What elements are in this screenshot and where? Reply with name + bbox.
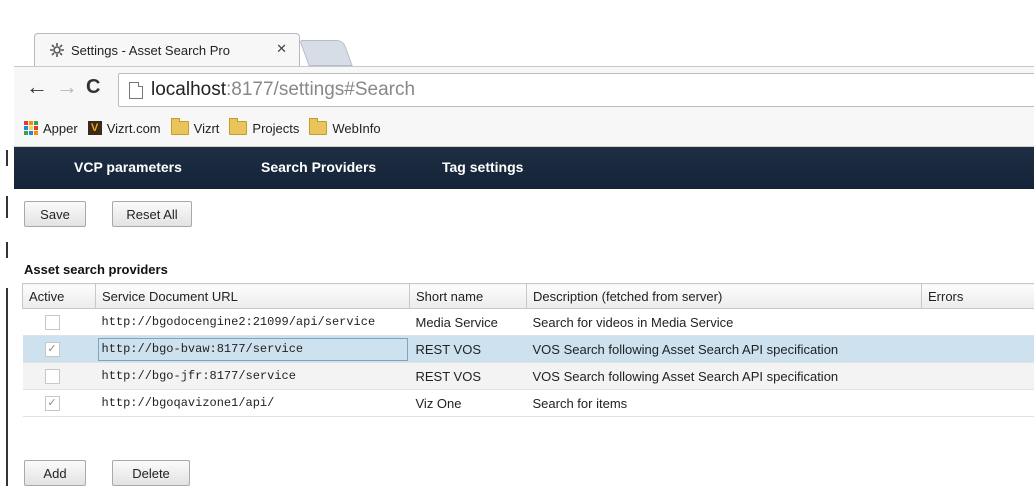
- bookmark-folder-vizrt[interactable]: Vizrt: [170, 118, 220, 136]
- row-short-name: REST VOS: [409, 362, 527, 390]
- reload-icon[interactable]: C: [86, 76, 100, 98]
- close-tab-icon[interactable]: ✕: [276, 41, 287, 57]
- settings-favicon-icon: [50, 43, 64, 57]
- bookmark-folder-projects[interactable]: Projects: [229, 118, 300, 136]
- folder-icon: [309, 118, 328, 135]
- forward-arrow-icon[interactable]: →: [56, 76, 78, 98]
- row-description: Search for videos in Media Service: [526, 308, 922, 336]
- active-checkbox[interactable]: ✓: [44, 341, 60, 357]
- table-row-selected[interactable]: ✓ http://bgo-bvaw:8177/service REST VOS …: [22, 335, 1034, 363]
- providers-section-title: Asset search providers: [24, 262, 168, 277]
- row-short-name: Viz One: [409, 389, 527, 417]
- column-header-description[interactable]: Description (fetched from server): [526, 283, 922, 309]
- table-row[interactable]: ✓ http://bgoqavizone1/api/ Viz One Searc…: [22, 389, 1034, 417]
- tab-title: Settings - Asset Search Pro: [71, 42, 230, 58]
- column-header-active[interactable]: Active: [22, 283, 96, 309]
- browser-window: Settings - Asset Search Pro ✕ ← → C loca…: [14, 0, 1034, 486]
- row-errors: [921, 389, 1034, 417]
- column-header-errors[interactable]: Errors: [921, 283, 1034, 309]
- new-tab-button[interactable]: [299, 40, 353, 66]
- bookmark-vizrt-com[interactable]: V Vizrt.com: [87, 120, 161, 136]
- save-button[interactable]: Save: [24, 201, 86, 227]
- folder-icon: [229, 118, 248, 135]
- table-row[interactable]: http://bgodocengine2:21099/api/service M…: [22, 308, 1034, 336]
- row-url[interactable]: http://bgo-jfr:8177/service: [95, 362, 410, 390]
- column-header-url[interactable]: Service Document URL: [95, 283, 410, 309]
- bookmark-label: Vizrt: [193, 120, 220, 136]
- settings-content: Save Reset All Asset search providers Ac…: [14, 189, 1034, 486]
- add-button[interactable]: Add: [24, 460, 86, 486]
- nav-vcp-parameters[interactable]: VCP parameters: [74, 159, 182, 175]
- row-description: Search for items: [526, 389, 922, 417]
- folder-icon: [170, 118, 189, 135]
- row-url[interactable]: http://bgodocengine2:21099/api/service: [95, 308, 410, 336]
- apps-icon: [24, 121, 38, 135]
- row-short-name: REST VOS: [409, 335, 527, 363]
- bookmark-label: WebInfo: [332, 120, 381, 136]
- row-url-editor[interactable]: http://bgo-bvaw:8177/service: [95, 335, 410, 363]
- browser-tab[interactable]: Settings - Asset Search Pro ✕: [34, 33, 300, 67]
- row-short-name: Media Service: [409, 308, 527, 336]
- row-errors: [921, 362, 1034, 390]
- table-header-row: Active Service Document URL Short name D…: [22, 283, 1034, 309]
- browser-toolbar: ← → C localhost:8177/settings#Search: [14, 66, 1034, 111]
- bookmark-label: Projects: [252, 120, 300, 136]
- providers-table: Active Service Document URL Short name D…: [22, 283, 1034, 417]
- frame-tick: [6, 288, 8, 486]
- nav-search-providers[interactable]: Search Providers: [261, 159, 376, 175]
- app-nav-bar: VCP parameters Search Providers Tag sett…: [14, 147, 1034, 189]
- tab-strip: Settings - Asset Search Pro ✕: [14, 0, 1034, 70]
- frame-tick: [6, 196, 8, 218]
- reset-all-button[interactable]: Reset All: [112, 201, 192, 227]
- bookmark-label: Vizrt.com: [106, 120, 161, 136]
- row-url[interactable]: http://bgoqavizone1/api/: [95, 389, 410, 417]
- active-checkbox[interactable]: [44, 314, 60, 330]
- bookmark-folder-webinfo[interactable]: WebInfo: [309, 118, 381, 136]
- column-header-short-name[interactable]: Short name: [409, 283, 527, 309]
- page-icon: [129, 81, 143, 99]
- active-checkbox[interactable]: ✓: [44, 395, 60, 411]
- address-bar[interactable]: localhost:8177/settings#Search: [118, 73, 1034, 107]
- bookmark-apps[interactable]: Apper: [24, 121, 78, 136]
- delete-button[interactable]: Delete: [112, 460, 190, 486]
- active-checkbox[interactable]: [44, 368, 60, 384]
- window-frame-left: [0, 0, 14, 486]
- bookmark-label: Apper: [43, 120, 78, 136]
- nav-tag-settings[interactable]: Tag settings: [442, 159, 523, 175]
- back-arrow-icon[interactable]: ←: [26, 76, 48, 98]
- frame-tick: [6, 242, 8, 258]
- row-description: VOS Search following Asset Search API sp…: [526, 362, 922, 390]
- vizrt-icon: V: [87, 121, 102, 135]
- table-row[interactable]: http://bgo-jfr:8177/service REST VOS VOS…: [22, 362, 1034, 390]
- row-errors: [921, 335, 1034, 363]
- row-description: VOS Search following Asset Search API sp…: [526, 335, 922, 363]
- frame-tick: [6, 150, 8, 166]
- row-errors: [921, 308, 1034, 336]
- address-url: localhost:8177/settings#Search: [151, 79, 416, 100]
- bookmarks-bar: Apper V Vizrt.com Vizrt Projects WebInfo: [14, 110, 1034, 147]
